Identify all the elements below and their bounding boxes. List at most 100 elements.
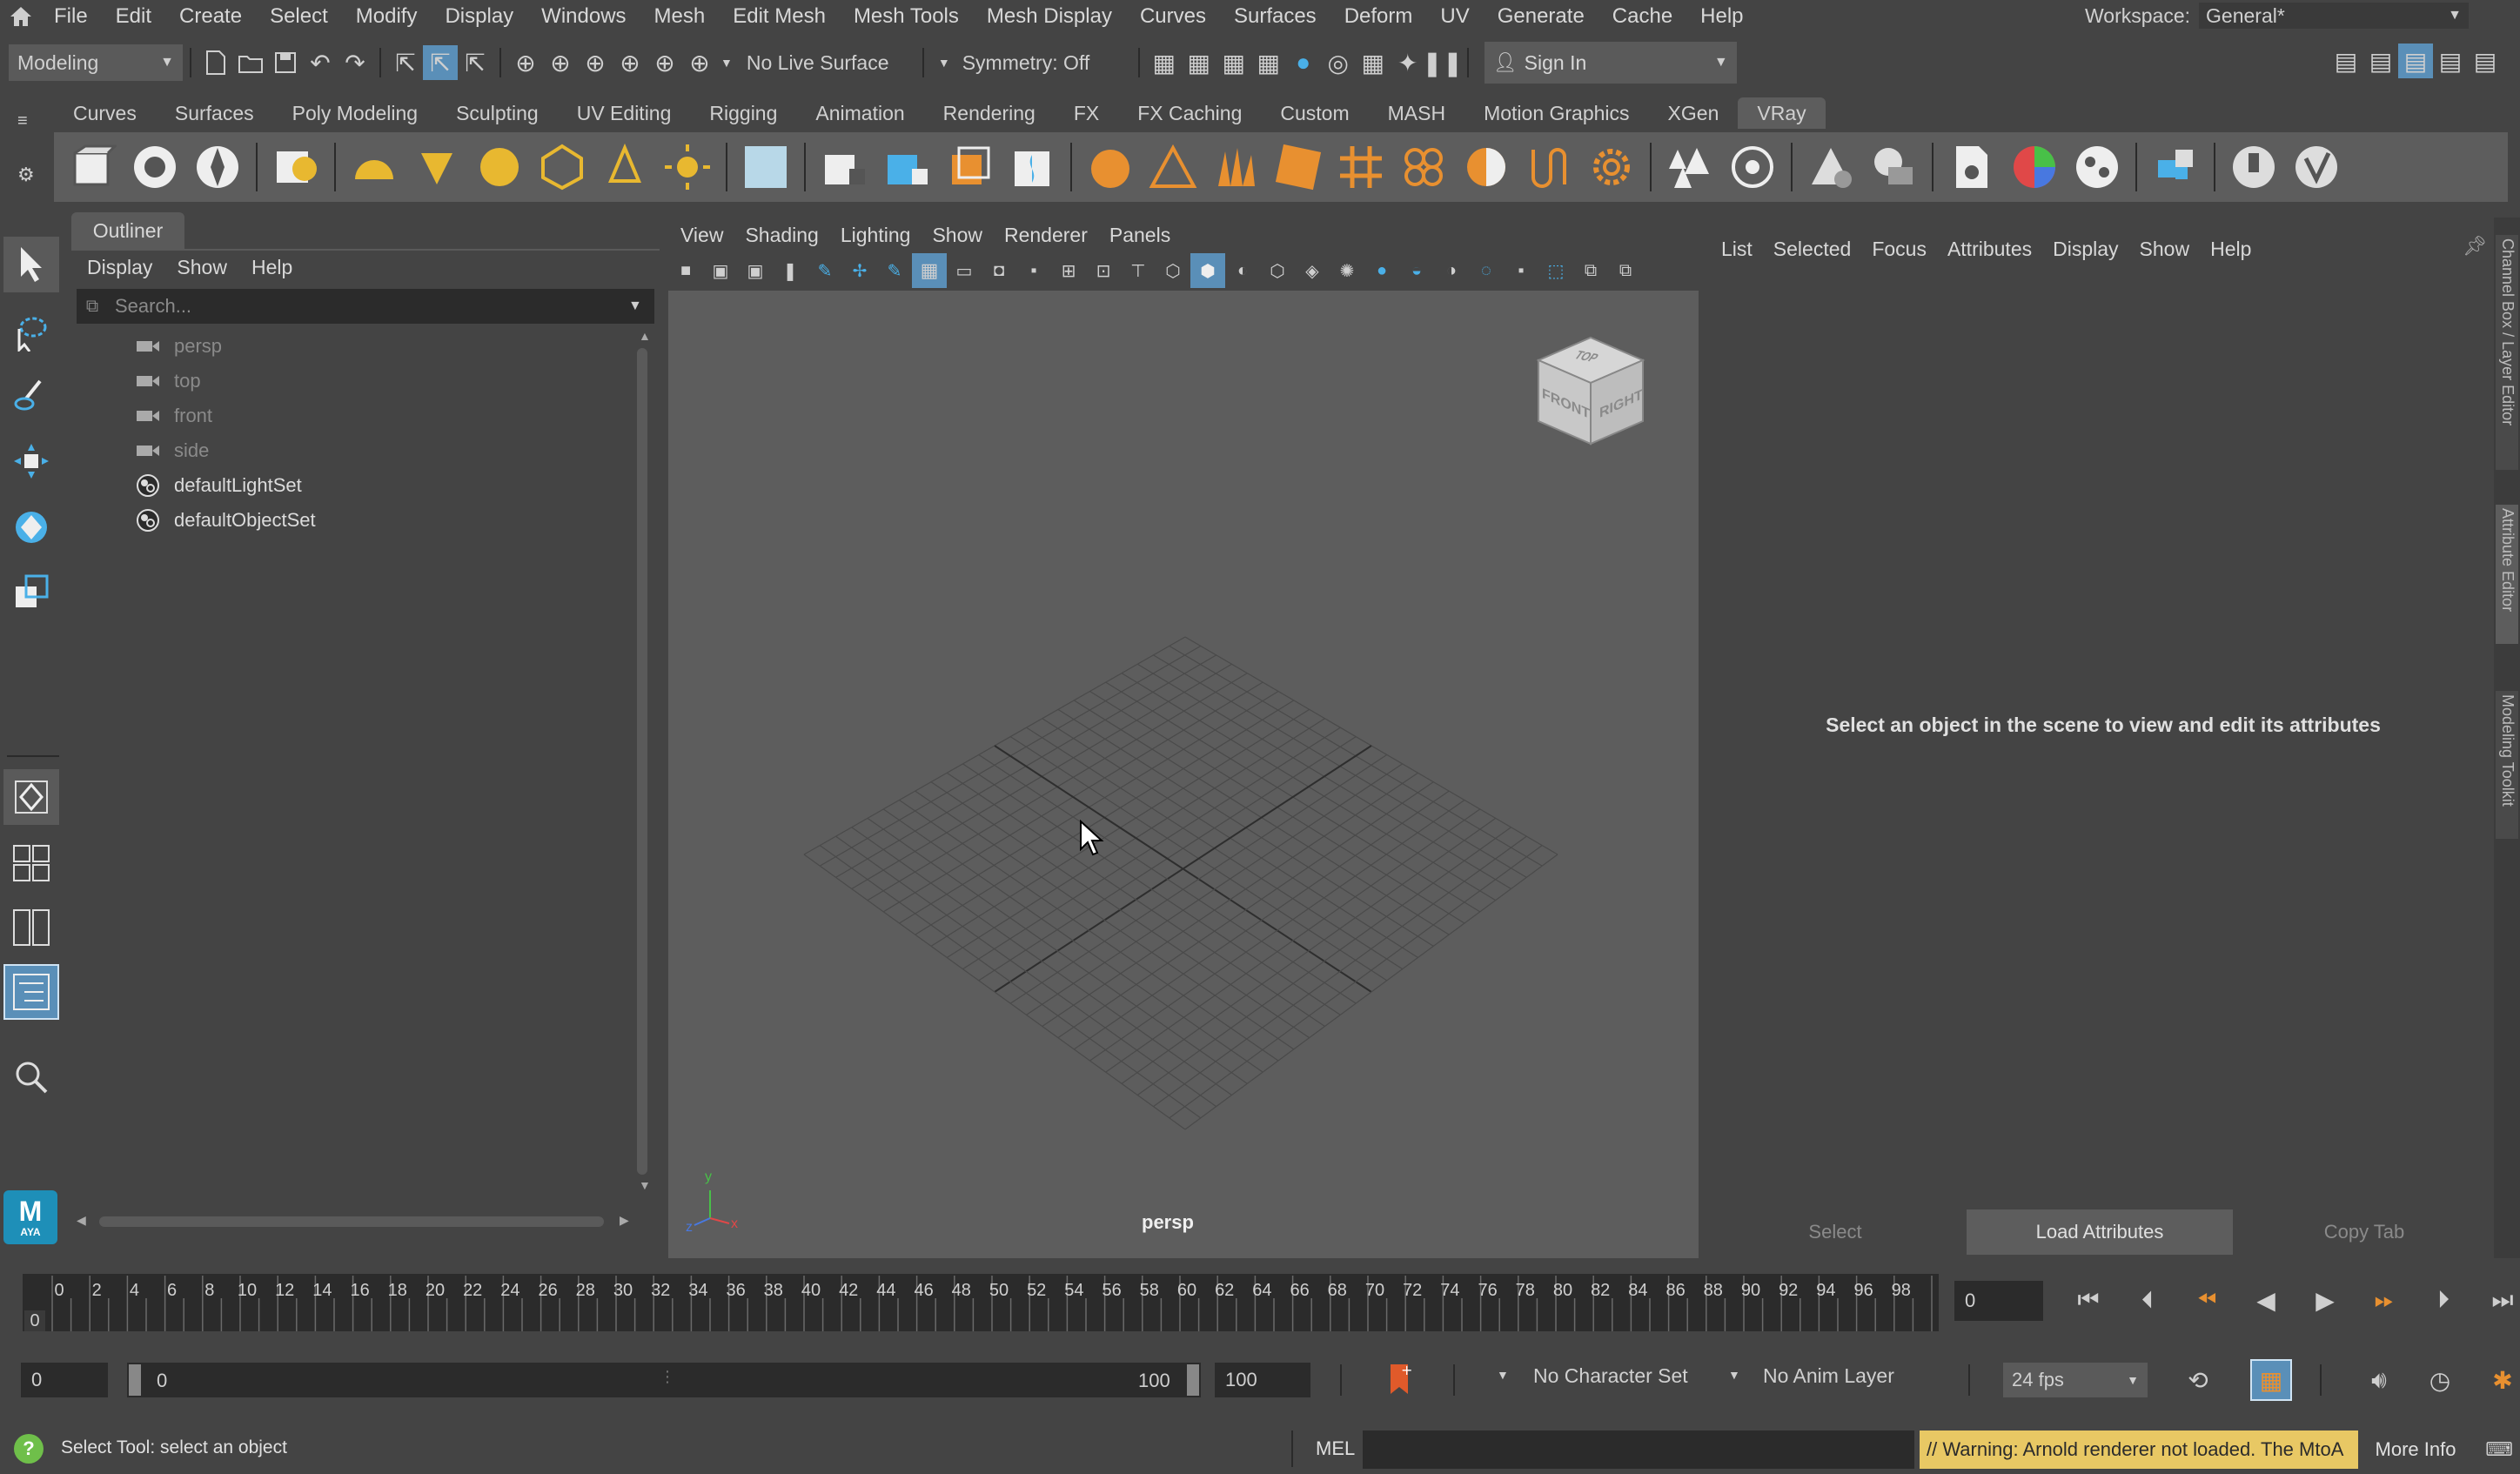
side-tab-attribute-editor[interactable]: Attribute Editor [2496,505,2518,644]
vray-grid-texture-icon[interactable] [1333,139,1389,195]
menu-edit-mesh[interactable]: Edit Mesh [719,1,840,32]
render-frame-icon[interactable]: ▦ [1182,45,1216,80]
viewport-menu-shading[interactable]: Shading [733,219,828,251]
shelf-tab-surfaces[interactable]: Surfaces [156,97,273,129]
menu-surfaces[interactable]: Surfaces [1220,1,1330,32]
menu-modify[interactable]: Modify [342,1,432,32]
redo-icon[interactable]: ↷ [338,45,372,80]
vray-enmesh-icon[interactable] [1725,139,1780,195]
pin-icon[interactable]: 📌︎ [2463,235,2487,258]
step-forward-icon[interactable]: ⏵︎ [2414,1283,2473,1317]
vray-light-lister-icon[interactable] [268,139,324,195]
outliner-item-defaultlightset[interactable]: defaultLightSet [129,468,633,503]
shadows-icon[interactable]: ● [1364,253,1399,288]
menu-create[interactable]: Create [165,1,256,32]
open-scene-icon[interactable] [233,45,268,80]
save-scene-icon[interactable] [268,45,303,80]
antialiasing-icon[interactable]: ◌ [1469,253,1504,288]
use-all-lights-icon[interactable]: ✺ [1330,253,1364,288]
safe-title-icon[interactable]: ⊤ [1121,253,1156,288]
menu-cache[interactable]: Cache [1598,1,1686,32]
select-button[interactable]: Select [1704,1209,1967,1255]
vray-ies-light-icon[interactable] [597,139,653,195]
outliner-item-top[interactable]: top [129,364,633,399]
maya-logo-icon[interactable]: M AYA [3,1190,57,1244]
anim-layer-label[interactable]: No Anim Layer [1763,1364,1894,1388]
wireframe-on-shaded-icon[interactable]: ⬡ [1260,253,1295,288]
outliner-layout-icon[interactable] [3,964,59,1020]
menu-select[interactable]: Select [256,1,342,32]
outliner-item-front[interactable]: front [129,399,633,433]
shelf-tab-motion-graphics[interactable]: Motion Graphics [1464,97,1648,129]
snap-curve-icon[interactable]: ⊕ [543,45,578,80]
field-chart-icon[interactable]: ⊞ [1051,253,1086,288]
viewport-menu-panels[interactable]: Panels [1097,219,1180,251]
camera-icon[interactable]: ■ [668,253,703,288]
menu-deform[interactable]: Deform [1330,1,1427,32]
resolution-gate-icon[interactable]: ◘ [982,253,1016,288]
menu-edit[interactable]: Edit [102,1,165,32]
vray-weave-icon[interactable] [1396,139,1451,195]
tool-settings-icon[interactable]: ▤ [2433,44,2468,78]
shelf-tab-vray[interactable]: VRay [1738,97,1826,129]
play-forwards-icon[interactable]: ▶ [2295,1283,2355,1317]
outliner-menu-show[interactable]: Show [161,251,236,283]
rotate-tool-icon[interactable] [3,499,59,555]
wireframe-icon[interactable]: ⬡ [1156,253,1190,288]
viewport-menu-renderer[interactable]: Renderer [992,219,1097,251]
chevron-down-icon[interactable]: ▼ [628,298,654,314]
vray-sphere-light-half-icon[interactable] [346,139,402,195]
step-back-key-icon[interactable]: ⏪︎ [2177,1283,2236,1317]
grease-pencil-icon[interactable]: ✢ [842,253,877,288]
single-perspective-layout-icon[interactable] [3,769,59,825]
menu-generate[interactable]: Generate [1484,1,1598,32]
vray-scatter-icon[interactable] [1662,139,1718,195]
cache-playback-icon[interactable]: ▦ [2250,1359,2292,1401]
outliner-menu-help[interactable]: Help [236,251,301,283]
shelf-menu-icon[interactable]: ≡ [17,111,28,131]
select-component-icon[interactable]: ⇱ [458,45,493,80]
go-to-start-icon[interactable]: ⏮︎ [2059,1283,2118,1317]
character-set-label[interactable]: No Character Set [1533,1364,1688,1388]
live-surface-field[interactable]: No Live Surface [741,45,915,80]
ambient-occlusion-icon[interactable]: ◒ [1399,253,1434,288]
shelf-tab-mash[interactable]: MASH [1369,97,1464,129]
bookmark-icon[interactable]: ▣ [738,253,773,288]
vray-aperture-icon[interactable] [190,139,245,195]
current-frame-field[interactable]: 0 [1954,1281,2043,1321]
menu-mesh-display[interactable]: Mesh Display [973,1,1126,32]
viewport-menu-view[interactable]: View [668,219,733,251]
time-slider[interactable]: 0 [23,1274,1939,1331]
sound-icon[interactable]: 🔊︎ [2362,1363,2396,1397]
motion-blur-icon[interactable]: ◑ [1434,253,1469,288]
shelf-tab-fx[interactable]: FX [1055,97,1118,129]
menu-help[interactable]: Help [1686,1,1757,32]
animation-end-field[interactable]: 100 [1215,1363,1310,1397]
side-tab-channel-box[interactable]: Channel Box / Layer Editor [2496,235,2518,470]
outliner-menu-display[interactable]: Display [71,251,161,283]
shelf-tab-uv-editing[interactable]: UV Editing [558,97,691,129]
symmetry-field[interactable]: Symmetry: Off [957,45,1131,80]
two-view-layout-icon[interactable] [3,900,59,955]
shelf-tab-sculpting[interactable]: Sculpting [437,97,558,129]
two-d-pan-icon[interactable]: ✎ [808,253,842,288]
outliner-item-side[interactable]: side [129,433,633,468]
sign-in-button[interactable]: 👤︎ Sign In ▼ [1484,42,1737,84]
xray-joints-icon[interactable]: ⧉ [1573,253,1608,288]
vray-sun-icon[interactable] [660,139,715,195]
ae-menu-selected[interactable]: Selected [1765,233,1864,265]
ipr-render-icon[interactable]: ▦ [1216,45,1251,80]
vray-blend-icon[interactable] [1458,139,1514,195]
four-view-layout-icon[interactable] [3,835,59,891]
outliner-item-defaultobjectset[interactable]: defaultObjectSet [129,503,633,538]
shelf-tab-rendering[interactable]: Rendering [924,97,1055,129]
vray-logo-icon[interactable] [2289,139,2344,195]
menu-uv[interactable]: UV [1426,1,1483,32]
vray-rect-light-icon[interactable] [409,139,465,195]
render-view-icon[interactable]: ▦ [1147,45,1182,80]
xray-icon[interactable]: ◈ [1295,253,1330,288]
paint-select-icon[interactable] [3,369,59,425]
character-icon[interactable]: ✱ [2485,1363,2520,1397]
snap-view-plane-icon[interactable]: ⊕ [647,45,682,80]
step-back-icon[interactable]: ⏴︎ [2118,1283,2177,1317]
